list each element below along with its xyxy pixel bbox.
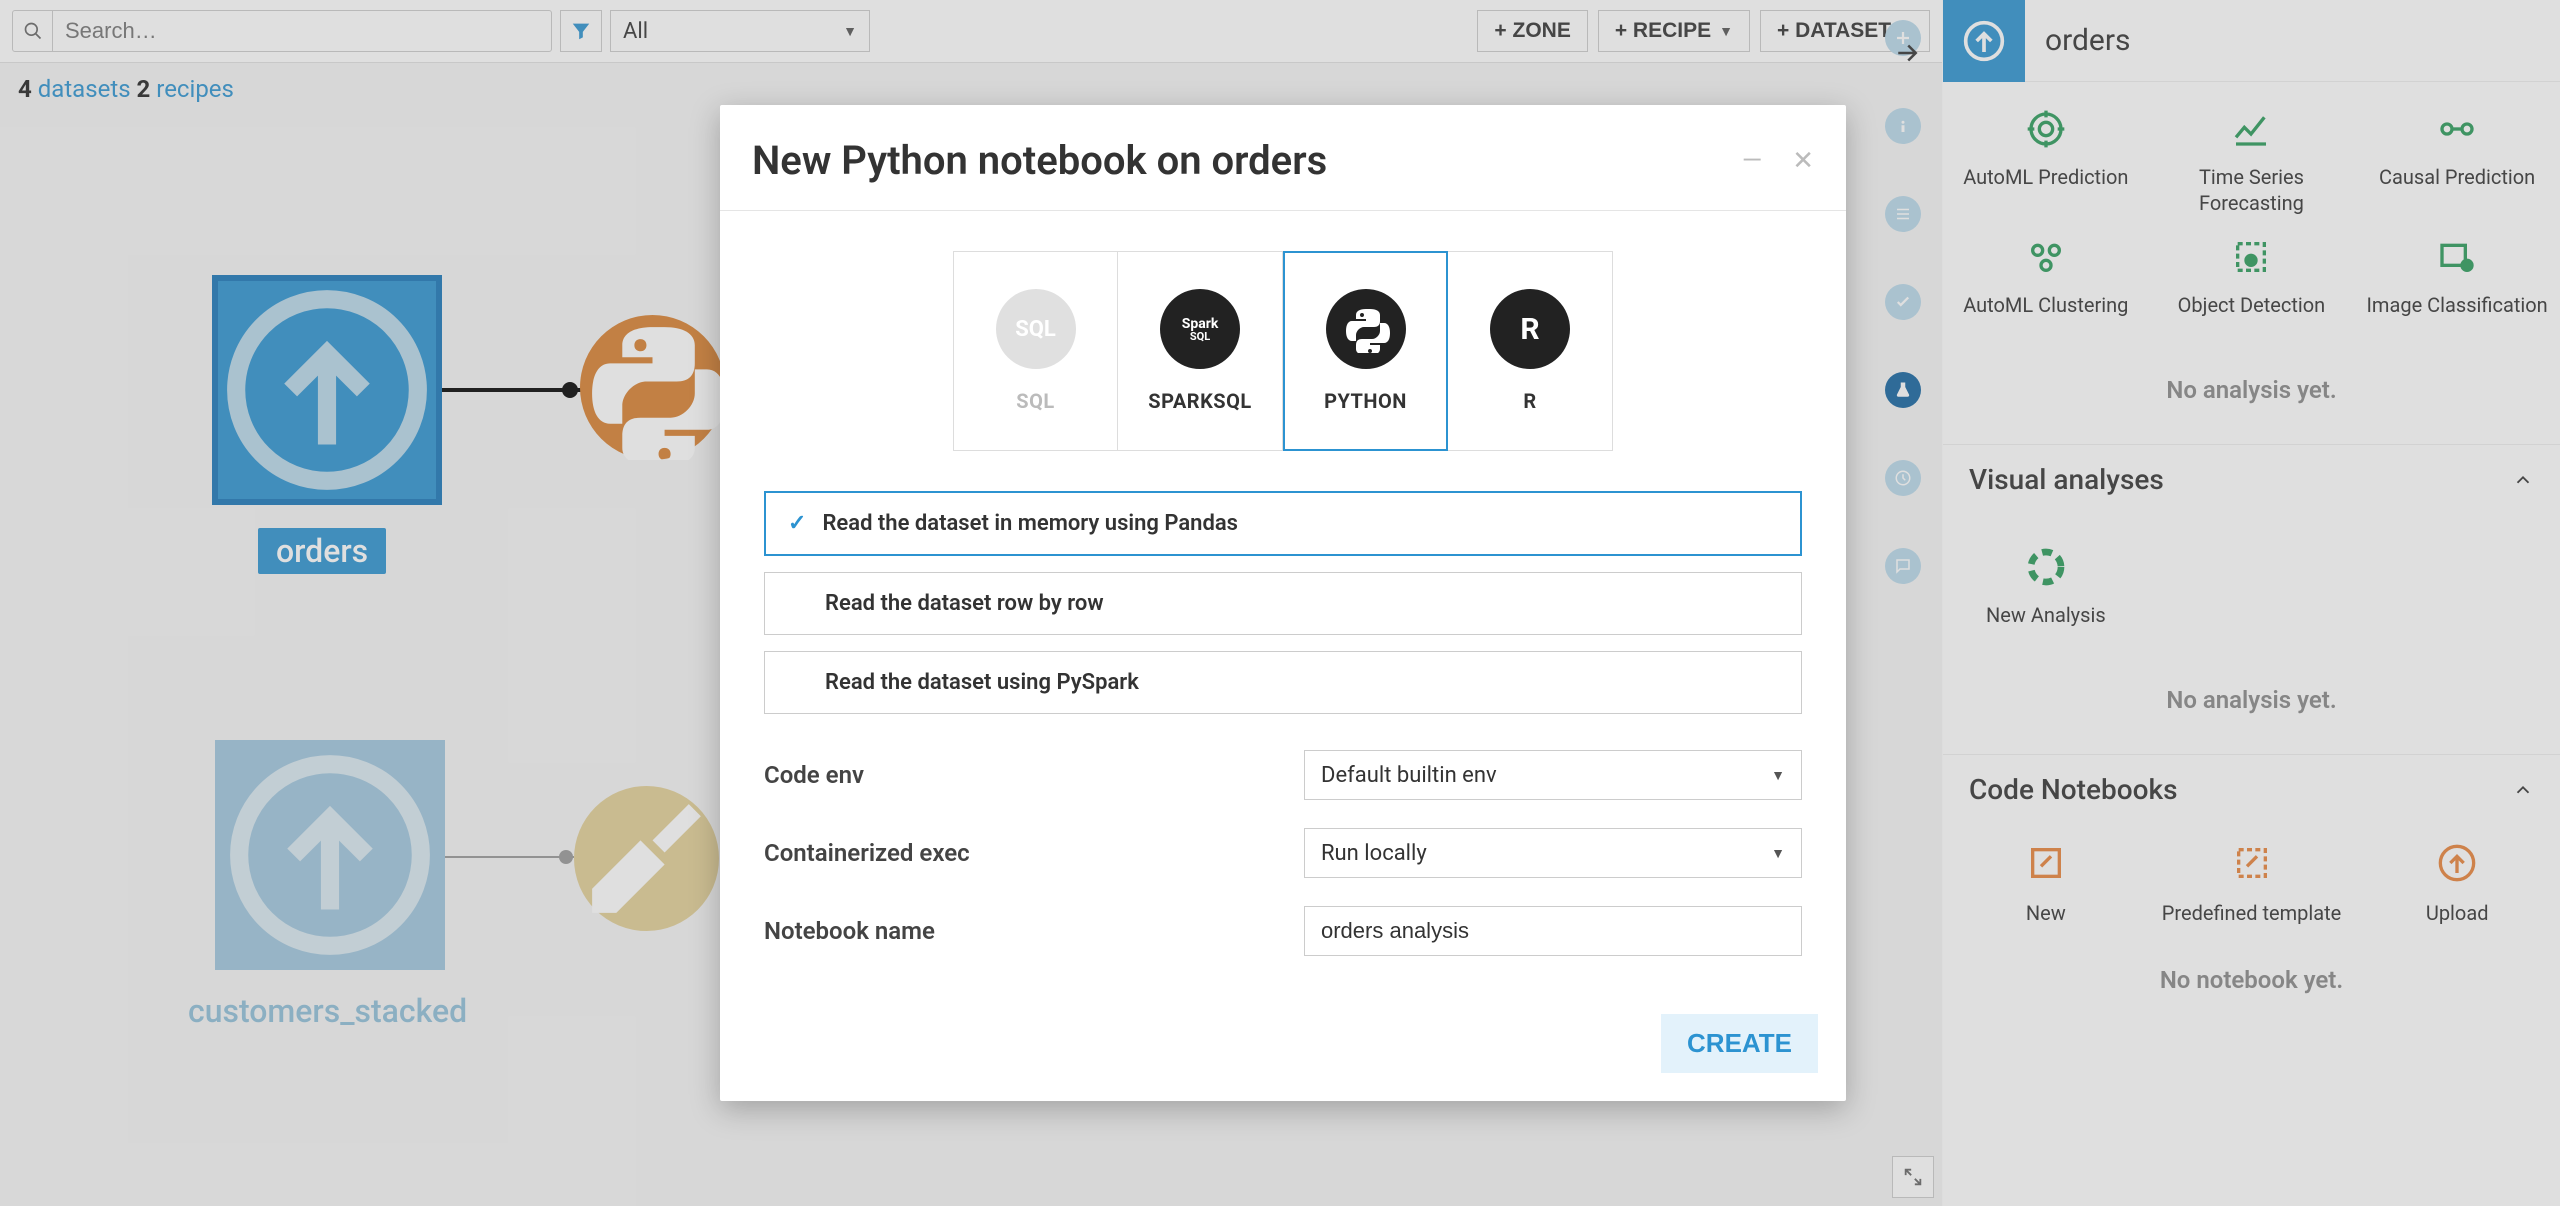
cluster-icon	[2021, 232, 2071, 282]
chevron-down-icon: ▼	[1771, 845, 1785, 862]
notebook-name-label: Notebook name	[764, 917, 1304, 945]
read-opt-row[interactable]: Read the dataset row by row	[764, 572, 1802, 635]
lang-tab-sql[interactable]: SQL SQL	[953, 251, 1118, 451]
close-icon[interactable]: ✕	[1792, 146, 1814, 176]
panel-title: orders	[2045, 23, 2130, 58]
ml-automl-clustering[interactable]: AutoML Clustering	[1943, 224, 2149, 326]
check-icon: ✓	[788, 511, 806, 536]
new-notebook-modal: New Python notebook on orders — ✕ SQL SQ…	[720, 105, 1846, 1101]
upload-icon	[2432, 838, 2482, 888]
notebook-new[interactable]: New	[1943, 838, 2149, 926]
image-icon	[2432, 232, 2482, 282]
chevron-up-icon	[2512, 469, 2534, 491]
container-select[interactable]: Run locally ▼	[1304, 828, 1802, 878]
detection-icon	[2226, 232, 2276, 282]
notebook-predefined[interactable]: Predefined template	[2149, 838, 2355, 926]
read-opt-pyspark[interactable]: Read the dataset using PySpark	[764, 651, 1802, 714]
chevron-down-icon: ▼	[1771, 767, 1785, 784]
ml-timeseries[interactable]: Time Series Forecasting	[2149, 96, 2355, 224]
code-env-label: Code env	[764, 761, 1304, 789]
chart-icon	[2226, 104, 2276, 154]
template-icon	[2227, 838, 2277, 888]
container-label: Containerized exec	[764, 839, 1304, 867]
modal-title: New Python notebook on orders	[752, 137, 1327, 184]
notebook-upload[interactable]: Upload	[2354, 838, 2560, 926]
ml-object-detection[interactable]: Object Detection	[2149, 224, 2355, 326]
lang-tab-r[interactable]: R R	[1448, 251, 1613, 451]
notebook-name-input[interactable]	[1304, 906, 1802, 956]
read-opt-pandas[interactable]: ✓ Read the dataset in memory using Panda…	[764, 491, 1802, 556]
ml-causal[interactable]: Causal Prediction	[2354, 96, 2560, 224]
causal-icon	[2432, 104, 2482, 154]
lang-tab-sparksql[interactable]: SparkSQL SPARKSQL	[1118, 251, 1283, 451]
lang-tab-python[interactable]: PYTHON	[1283, 251, 1448, 451]
ml-image-classification[interactable]: Image Classification	[2354, 224, 2560, 326]
new-analysis-button[interactable]: New Analysis	[1943, 534, 2149, 636]
visual-analyses-header[interactable]: Visual analyses	[1943, 444, 2560, 514]
no-analysis-msg: No analysis yet.	[1943, 350, 2560, 444]
code-notebooks-header[interactable]: Code Notebooks	[1943, 754, 2560, 824]
create-button[interactable]: CREATE	[1661, 1014, 1818, 1073]
chevron-up-icon	[2512, 779, 2534, 801]
ml-automl-prediction[interactable]: AutoML Prediction	[1943, 96, 2149, 224]
target-icon	[2021, 104, 2071, 154]
no-notebook-msg: No notebook yet.	[1943, 940, 2560, 1034]
edit-icon	[2021, 838, 2071, 888]
minimize-icon[interactable]: —	[1742, 146, 1762, 176]
circle-arrow-icon	[2021, 542, 2071, 592]
dataset-header-icon	[1943, 0, 2025, 82]
no-visual-analysis-msg: No analysis yet.	[1943, 660, 2560, 754]
right-panel: orders AutoML Prediction Time Series For…	[1942, 0, 2560, 1206]
code-env-select[interactable]: Default builtin env ▼	[1304, 750, 1802, 800]
